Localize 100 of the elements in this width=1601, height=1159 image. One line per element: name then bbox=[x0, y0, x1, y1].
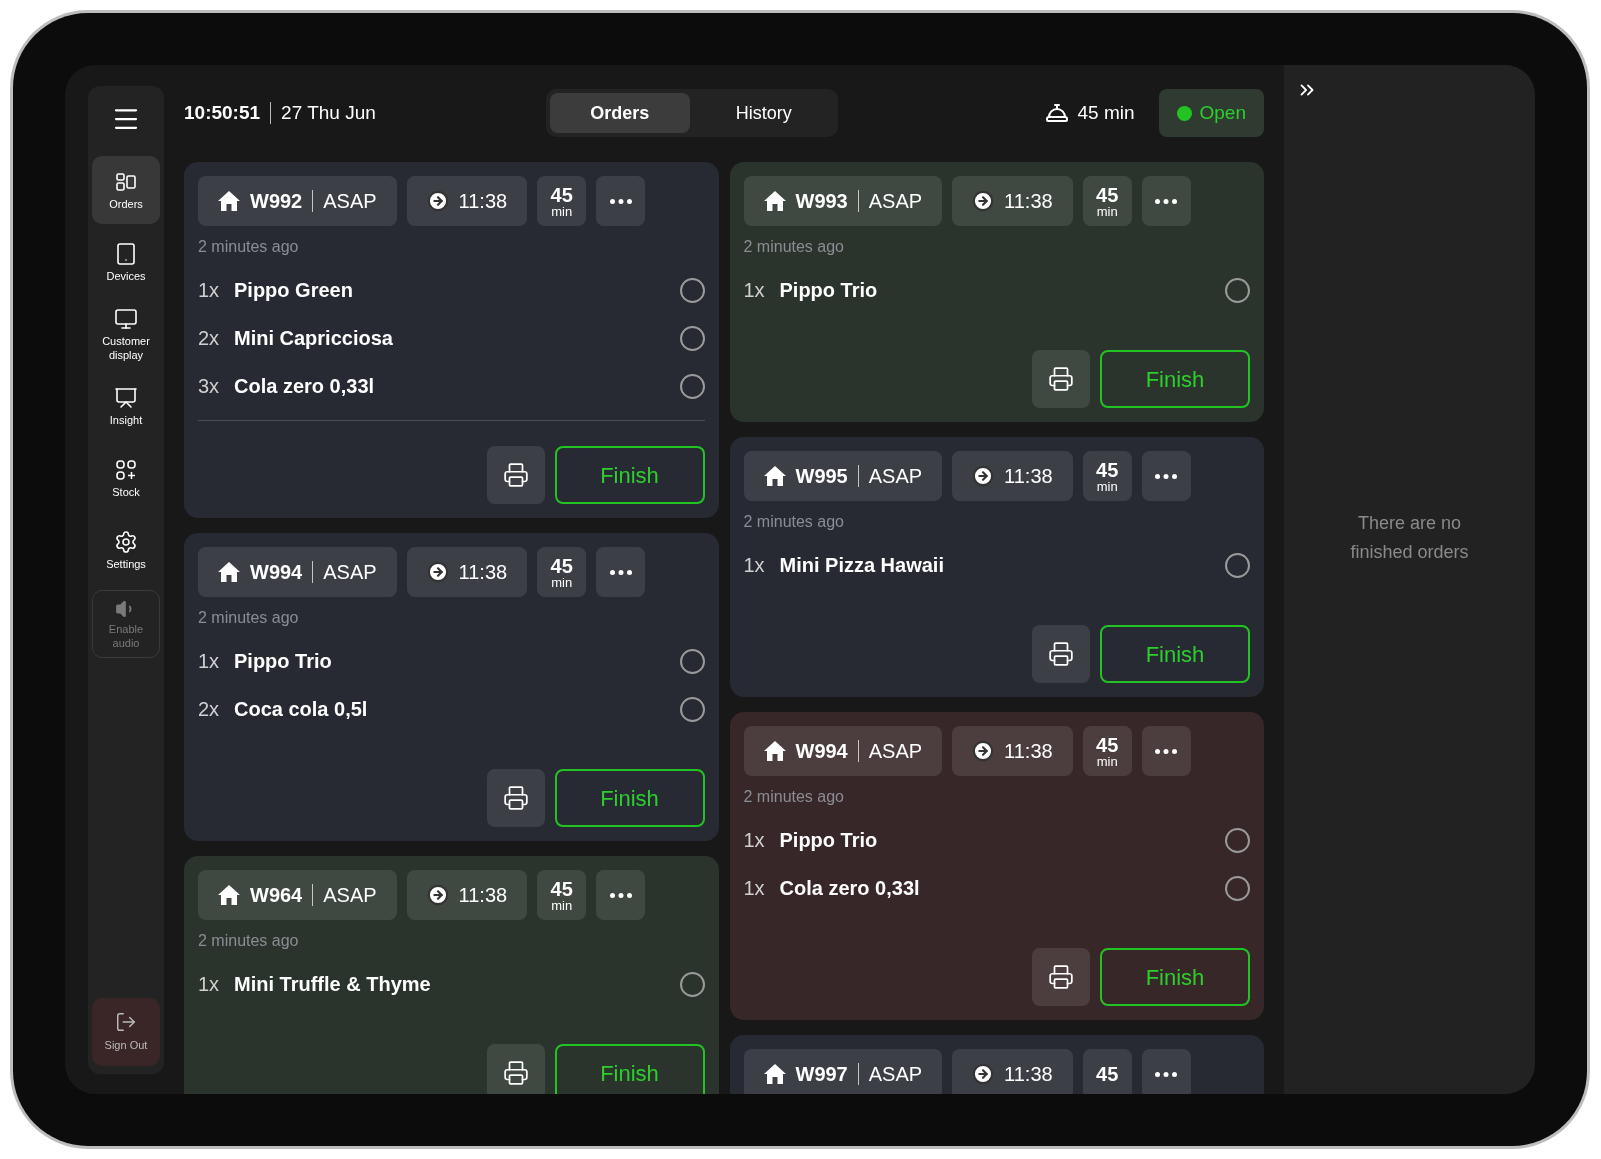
item-quantity: 1x bbox=[743, 553, 766, 578]
home-icon bbox=[763, 466, 786, 486]
duration-badge: 45 min bbox=[1082, 451, 1132, 501]
item-checkbox[interactable] bbox=[679, 325, 705, 351]
finish-button[interactable]: Finish bbox=[1100, 625, 1250, 683]
tab[interactable]: Orders bbox=[549, 93, 690, 133]
item-checkbox[interactable] bbox=[679, 277, 705, 303]
tab[interactable]: History bbox=[693, 93, 834, 133]
order-number: W995 bbox=[795, 464, 848, 489]
printer-icon bbox=[502, 1060, 529, 1086]
item-quantity: 3x bbox=[198, 374, 221, 399]
print-button[interactable] bbox=[1032, 948, 1090, 1006]
finish-button[interactable]: Finish bbox=[1100, 350, 1250, 408]
more-button[interactable] bbox=[596, 176, 646, 226]
more-icon bbox=[1155, 198, 1178, 204]
more-icon bbox=[1155, 748, 1178, 754]
item-name: Pippo Green bbox=[234, 278, 354, 303]
arrow-circle-icon bbox=[426, 190, 449, 212]
nav-item[interactable]: Insight bbox=[92, 372, 160, 440]
printer-icon bbox=[502, 785, 529, 811]
pickup-time: 11:38 bbox=[458, 883, 508, 908]
finish-button[interactable]: Finish bbox=[554, 1044, 705, 1094]
item-checkbox[interactable] bbox=[679, 373, 705, 399]
duration-badge: 45 min bbox=[1082, 726, 1132, 776]
print-button[interactable] bbox=[1032, 625, 1090, 683]
tablet-icon bbox=[114, 241, 138, 266]
print-button[interactable] bbox=[486, 446, 545, 504]
order-tag: ASAP bbox=[323, 186, 377, 216]
item-checkbox[interactable] bbox=[679, 648, 705, 674]
more-button[interactable] bbox=[1141, 726, 1191, 776]
finish-button[interactable]: Finish bbox=[554, 769, 705, 827]
pickup-time: 11:38 bbox=[458, 189, 508, 214]
nav-item[interactable]: Stock bbox=[92, 444, 160, 512]
finish-button[interactable]: Finish bbox=[1100, 948, 1250, 1006]
order-tag: ASAP bbox=[323, 880, 377, 910]
item-name: Coca cola 0,5l bbox=[234, 697, 369, 722]
print-button[interactable] bbox=[1032, 350, 1090, 408]
more-button[interactable] bbox=[1141, 176, 1191, 226]
order-age: 2 minutes ago bbox=[198, 931, 300, 951]
finish-button[interactable]: Finish bbox=[554, 446, 705, 504]
arrow-circle-icon bbox=[426, 884, 449, 906]
monitor-icon bbox=[114, 306, 138, 331]
order-tag: ASAP bbox=[868, 461, 923, 491]
item-quantity: 1x bbox=[743, 278, 766, 303]
item-checkbox[interactable] bbox=[1225, 277, 1250, 303]
sign-out-icon bbox=[115, 1010, 137, 1033]
item-quantity: 1x bbox=[198, 649, 221, 674]
more-button[interactable] bbox=[596, 547, 646, 597]
order-age: 2 minutes ago bbox=[743, 512, 845, 532]
order-age: 2 minutes ago bbox=[198, 608, 300, 628]
nav-item[interactable]: Devices bbox=[92, 228, 160, 296]
home-icon bbox=[763, 1064, 786, 1084]
order-number: W994 bbox=[250, 560, 303, 585]
prep-time: 45 min bbox=[1077, 100, 1135, 125]
printer-icon bbox=[1048, 964, 1074, 990]
item-name: Cola zero 0,33l bbox=[779, 876, 921, 901]
order-number: W993 bbox=[795, 189, 848, 214]
order-tag: ASAP bbox=[868, 736, 923, 766]
item-checkbox[interactable] bbox=[1225, 552, 1250, 578]
item-name: Pippo Trio bbox=[234, 649, 333, 674]
duration-badge: 45 bbox=[1082, 1049, 1132, 1094]
home-icon bbox=[763, 741, 786, 761]
nav-item[interactable]: Orders bbox=[92, 156, 160, 224]
item-name: Mini Pizza Hawaii bbox=[779, 553, 945, 578]
sign-out-button[interactable]: Sign Out bbox=[92, 998, 160, 1066]
settings-icon bbox=[114, 529, 138, 554]
order-age: 2 minutes ago bbox=[743, 237, 845, 257]
more-button[interactable] bbox=[1141, 1049, 1191, 1094]
grid-plus-icon bbox=[114, 457, 138, 482]
order-tag: ASAP bbox=[868, 1059, 923, 1089]
more-button[interactable] bbox=[1141, 451, 1191, 501]
item-checkbox[interactable] bbox=[679, 696, 705, 722]
order-tag: ASAP bbox=[323, 557, 377, 587]
order-number: W964 bbox=[250, 883, 303, 908]
more-icon bbox=[609, 569, 632, 575]
duration-badge: 45 min bbox=[1082, 176, 1132, 226]
nav-item[interactable]: Customer display bbox=[92, 300, 160, 368]
print-button[interactable] bbox=[486, 1044, 545, 1094]
item-name: Pippo Trio bbox=[779, 278, 879, 303]
nav-item[interactable]: Settings bbox=[92, 516, 160, 584]
pickup-time: 11:38 bbox=[1004, 1062, 1053, 1087]
arrow-circle-icon bbox=[972, 190, 995, 212]
arrow-circle-icon bbox=[972, 465, 995, 487]
clock-time: 10:50:51 bbox=[184, 100, 261, 125]
item-name: Mini Capricciosa bbox=[234, 326, 394, 351]
clock-date: 27 Thu Jun bbox=[281, 100, 376, 125]
more-button[interactable] bbox=[596, 870, 646, 920]
arrow-circle-icon bbox=[972, 1063, 995, 1085]
item-checkbox[interactable] bbox=[1225, 827, 1250, 853]
item-checkbox[interactable] bbox=[679, 971, 705, 997]
item-name: Pippo Trio bbox=[779, 828, 879, 853]
home-icon bbox=[218, 191, 240, 211]
item-checkbox[interactable] bbox=[1225, 875, 1250, 901]
print-button[interactable] bbox=[486, 769, 545, 827]
arrow-circle-icon bbox=[972, 740, 995, 762]
printer-icon bbox=[502, 462, 529, 488]
pickup-time: 11:38 bbox=[1004, 189, 1053, 214]
order-number: W994 bbox=[795, 739, 848, 764]
status-button[interactable]: Open bbox=[1158, 89, 1264, 137]
pickup-time: 11:38 bbox=[1004, 464, 1053, 489]
